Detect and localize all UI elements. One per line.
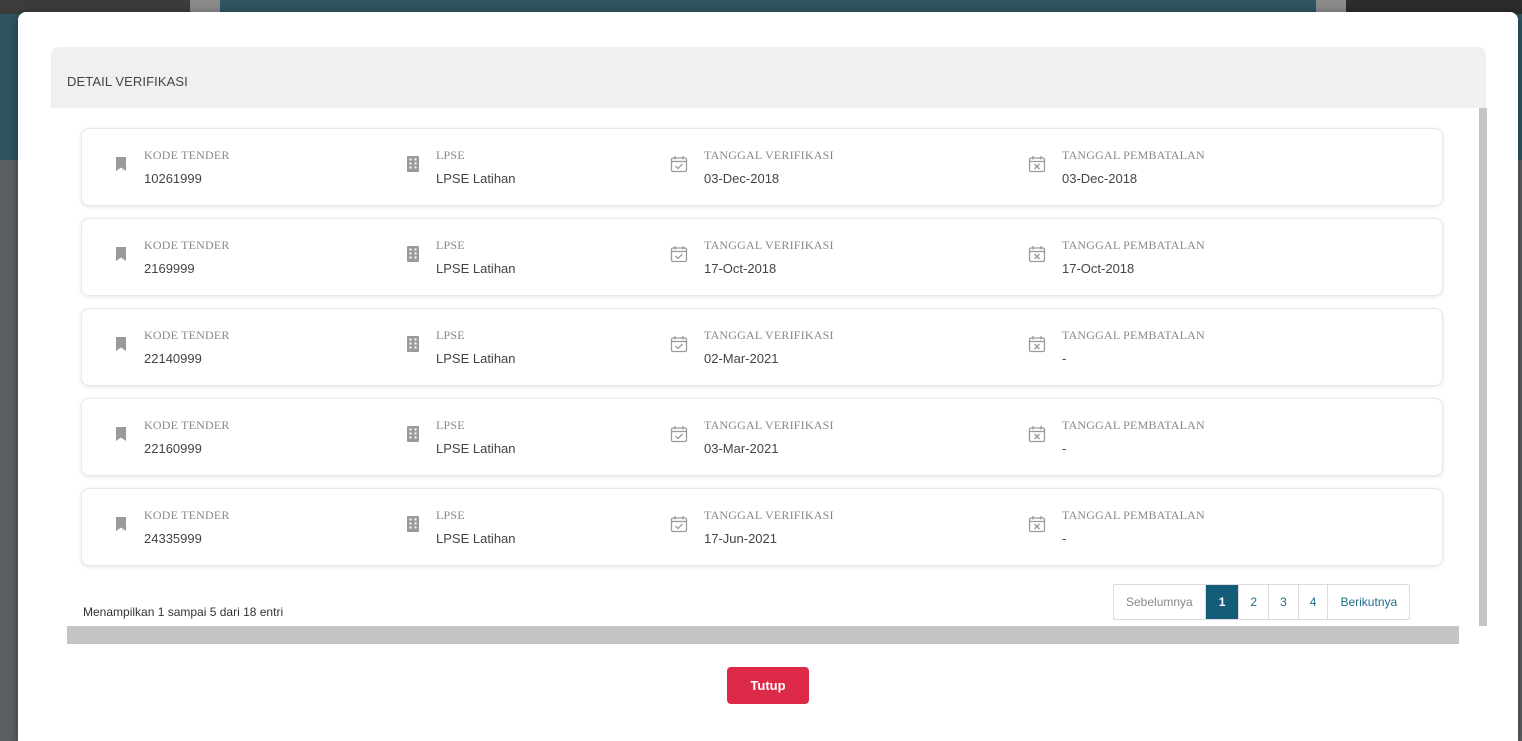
calendar-check-icon xyxy=(670,515,688,533)
kode-tender-label: KODE TENDER xyxy=(144,328,230,342)
close-button[interactable]: Tutup xyxy=(727,667,809,704)
lpse-label: LPSE xyxy=(436,148,465,162)
tanggal-pembatalan-label: TANGGAL PEMBATALAN xyxy=(1062,238,1205,252)
verification-card: KODE TENDER 2169999 LPSE LPSE Latihan TANGGA… xyxy=(81,218,1443,296)
calendar-x-icon xyxy=(1028,245,1046,263)
verification-card: KODE TENDER 22140999 LPSE LPSE Latihan TANGG… xyxy=(81,308,1443,386)
lpse-value: LPSE Latihan xyxy=(436,531,516,546)
calendar-check-icon xyxy=(670,155,688,173)
verification-card: KODE TENDER 22160999 LPSE LPSE Latihan TANGG… xyxy=(81,398,1443,476)
lpse-value: LPSE Latihan xyxy=(436,351,516,366)
tanggal-pembatalan-value: - xyxy=(1062,531,1067,546)
tanggal-pembatalan-value: 03-Dec-2018 xyxy=(1062,171,1138,186)
bookmark-icon xyxy=(112,245,130,263)
lpse-value: LPSE Latihan xyxy=(436,171,516,186)
horizontal-scrollbar[interactable] xyxy=(67,626,1459,644)
previous-page-button[interactable]: Sebelumnya xyxy=(1114,585,1205,619)
tanggal-pembatalan-label: TANGGAL PEMBATALAN xyxy=(1062,418,1205,432)
bookmark-icon xyxy=(112,155,130,173)
page-button-4[interactable]: 4 xyxy=(1297,585,1328,619)
calendar-x-icon xyxy=(1028,155,1046,173)
kode-tender-label: KODE TENDER xyxy=(144,148,230,162)
tanggal-pembatalan-value: - xyxy=(1062,351,1067,366)
kode-tender-value: 2169999 xyxy=(144,261,195,276)
building-icon xyxy=(404,335,422,353)
tanggal-pembatalan-label: TANGGAL PEMBATALAN xyxy=(1062,508,1205,522)
tanggal-pembatalan-label: TANGGAL PEMBATALAN xyxy=(1062,148,1205,162)
building-icon xyxy=(404,425,422,443)
kode-tender-value: 22140999 xyxy=(144,351,202,366)
page-button-2[interactable]: 2 xyxy=(1238,585,1268,619)
tanggal-pembatalan-value: - xyxy=(1062,441,1067,456)
next-page-button[interactable]: Berikutnya xyxy=(1327,585,1409,619)
lpse-label: LPSE xyxy=(436,508,465,522)
building-icon xyxy=(404,515,422,533)
tanggal-pembatalan-value: 17-Oct-2018 xyxy=(1062,261,1135,276)
calendar-x-icon xyxy=(1028,425,1046,443)
bookmark-icon xyxy=(112,425,130,443)
tanggal-pembatalan-label: TANGGAL PEMBATALAN xyxy=(1062,328,1205,342)
kode-tender-value: 10261999 xyxy=(144,171,202,186)
verification-card: KODE TENDER 10261999 LPSE LPSE Latihan TANGG… xyxy=(81,128,1443,206)
calendar-check-icon xyxy=(670,425,688,443)
tanggal-verifikasi-label: TANGGAL VERIFIKASI xyxy=(704,148,834,162)
tanggal-verifikasi-label: TANGGAL VERIFIKASI xyxy=(704,508,834,522)
building-icon xyxy=(404,155,422,173)
kode-tender-value: 24335999 xyxy=(144,531,202,546)
page-button-1[interactable]: 1 xyxy=(1204,585,1239,619)
tanggal-verifikasi-value: 02-Mar-2021 xyxy=(704,351,779,366)
building-icon xyxy=(404,245,422,263)
pagination-info: Menampilkan 1 sampai 5 dari 18 entri xyxy=(83,605,284,619)
lpse-value: LPSE Latihan xyxy=(436,441,516,456)
pagination: Sebelumnya 1 2 3 4 Berikutnya xyxy=(1113,584,1411,620)
lpse-label: LPSE xyxy=(436,238,465,252)
lpse-label: LPSE xyxy=(436,328,465,342)
calendar-check-icon xyxy=(670,245,688,263)
kode-tender-label: KODE TENDER xyxy=(144,508,230,522)
tanggal-verifikasi-value: 03-Dec-2018 xyxy=(704,171,780,186)
tanggal-verifikasi-value: 17-Jun-2021 xyxy=(704,531,777,546)
calendar-x-icon xyxy=(1028,515,1046,533)
calendar-check-icon xyxy=(670,335,688,353)
kode-tender-label: KODE TENDER xyxy=(144,418,230,432)
vertical-scrollbar[interactable] xyxy=(1479,108,1487,626)
tanggal-verifikasi-value: 03-Mar-2021 xyxy=(704,441,779,456)
verification-card: KODE TENDER 24335999 LPSE LPSE Latihan TANGG… xyxy=(81,488,1443,566)
modal-title: DETAIL VERIFIKASI xyxy=(67,74,188,89)
tanggal-verifikasi-value: 17-Oct-2018 xyxy=(704,261,777,276)
kode-tender-label: KODE TENDER xyxy=(144,238,230,252)
tanggal-verifikasi-label: TANGGAL VERIFIKASI xyxy=(704,328,834,342)
lpse-value: LPSE Latihan xyxy=(436,261,516,276)
calendar-x-icon xyxy=(1028,335,1046,353)
bookmark-icon xyxy=(112,515,130,533)
page-button-3[interactable]: 3 xyxy=(1268,585,1298,619)
bookmark-icon xyxy=(112,335,130,353)
tanggal-verifikasi-label: TANGGAL VERIFIKASI xyxy=(704,238,834,252)
kode-tender-value: 22160999 xyxy=(144,441,202,456)
panel-header: DETAIL VERIFIKASI xyxy=(51,47,1486,108)
lpse-label: LPSE xyxy=(436,418,465,432)
panel-body[interactable]: KODE TENDER 10261999 LPSE LPSE Latihan TANGG… xyxy=(67,108,1487,646)
detail-verifikasi-modal: DETAIL VERIFIKASI KODE TENDER 10261999 LPS… xyxy=(18,12,1518,741)
tanggal-verifikasi-label: TANGGAL VERIFIKASI xyxy=(704,418,834,432)
